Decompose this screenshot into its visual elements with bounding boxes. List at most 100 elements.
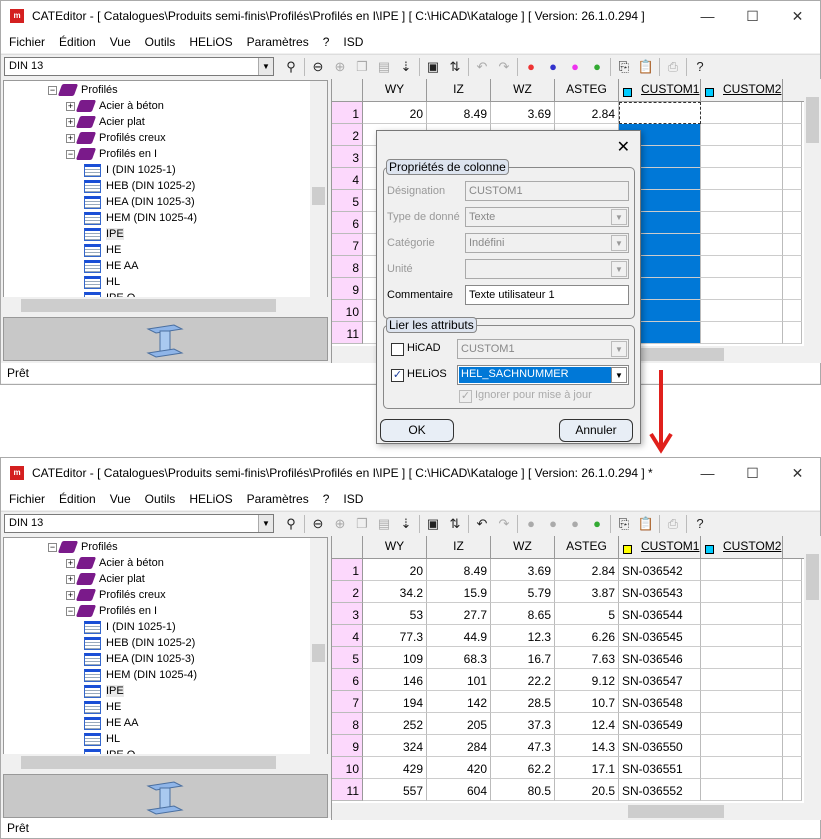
column-header[interactable]: CUSTOM1 [619,536,701,559]
grid-cell[interactable] [701,735,783,757]
grid-cell[interactable]: 8.49 [427,559,491,581]
column-header[interactable]: ASTEG [555,79,619,102]
document-icon[interactable]: ▤ [373,514,395,534]
grid-cell[interactable]: 5 [555,603,619,625]
scrollbar-thumb[interactable] [21,299,276,312]
tree-item[interactable]: HEA (DIN 1025-3) [84,651,195,667]
scrollbar-thumb[interactable] [312,644,325,662]
grid-cell[interactable] [783,713,802,735]
menu-4[interactable]: HELiOS [189,35,232,49]
menu-5[interactable]: Paramètres [247,35,309,49]
column-header[interactable]: WZ [491,79,555,102]
menu-2[interactable]: Vue [110,35,131,49]
hicad-checkbox[interactable] [391,343,404,356]
grid-cell[interactable]: 62.2 [491,757,555,779]
row-header[interactable]: 3 [332,603,363,625]
row-header[interactable]: 5 [332,647,363,669]
row-header[interactable]: 11 [332,322,363,344]
paste-icon[interactable]: 📋 [635,514,657,534]
expand-icon[interactable]: + [66,117,75,127]
grid-cell[interactable]: 252 [363,713,427,735]
grid-cell[interactable] [783,234,802,256]
menu-5[interactable]: Paramètres [247,492,309,506]
scrollbar-thumb[interactable] [21,756,276,769]
tree-item[interactable]: HEB (DIN 1025-2) [84,178,195,194]
scrollbar-thumb[interactable] [312,187,325,205]
grid-cell[interactable]: 77.3 [363,625,427,647]
tree-item[interactable]: + Profilés creux [66,130,166,146]
add-column-icon[interactable]: ● [542,514,564,534]
save-icon[interactable]: ▣ [422,57,444,77]
grid-cell[interactable] [701,647,783,669]
grid-cell[interactable] [783,625,802,647]
grid-cell[interactable]: SN-036543 [619,581,701,603]
redo-icon[interactable]: ↷ [493,514,515,534]
grid-cell[interactable] [783,190,802,212]
tree-item[interactable]: − Profilés [48,539,118,555]
grid-cell[interactable] [701,625,783,647]
expand-icon[interactable]: + [66,590,75,600]
grid-cell[interactable]: 12.4 [555,713,619,735]
row-header[interactable]: 10 [332,300,363,322]
grid-cell[interactable] [783,256,802,278]
menu-7[interactable]: ISD [343,492,363,506]
column-header[interactable]: CU [783,536,821,559]
grid-cell[interactable]: 2.84 [555,102,619,124]
grid-cell[interactable]: 6.26 [555,625,619,647]
tree-item[interactable]: − Profilés en I [66,603,157,619]
grid-cell[interactable] [783,735,802,757]
document-icon[interactable]: ▤ [373,57,395,77]
column-header[interactable]: ASTEG [555,536,619,559]
grid-horizontal-scrollbar[interactable] [332,803,821,820]
tree-item[interactable]: + Profilés creux [66,587,166,603]
grid-cell[interactable]: 324 [363,735,427,757]
tree-item[interactable]: IPE [84,683,124,699]
expand-icon[interactable]: + [66,101,75,111]
binoculars-icon[interactable]: ⚲ [280,514,302,534]
grid-cell[interactable]: 27.7 [427,603,491,625]
grid-cell[interactable] [783,669,802,691]
insert-icon[interactable]: ⇣ [395,514,417,534]
undo-icon[interactable]: ↶ [471,57,493,77]
catalog-select[interactable]: DIN 13 ▼ [4,514,274,533]
menu-6[interactable]: ? [323,35,330,49]
grid-cell[interactable]: SN-036542 [619,559,701,581]
minimize-button[interactable]: — [685,1,730,31]
grid-cell[interactable]: 3.69 [491,559,555,581]
column-header[interactable]: WZ [491,536,555,559]
grid-cell[interactable]: SN-036551 [619,757,701,779]
tree-item[interactable]: + Acier plat [66,571,145,587]
grid-cell[interactable] [783,647,802,669]
grid-cell[interactable]: 34.2 [363,581,427,603]
grid-cell[interactable]: 205 [427,713,491,735]
grid-cell[interactable]: 284 [427,735,491,757]
data-grid[interactable]: WY IZ WZ ASTEG CUSTOM1 CUSTOM2CU 1208.493.692.… [331,536,821,820]
tree-horizontal-scrollbar[interactable] [3,297,328,314]
tree-item[interactable]: I (DIN 1025-1) [84,619,176,635]
binoculars-icon[interactable]: ⚲ [280,57,302,77]
row-header[interactable]: 6 [332,669,363,691]
tree-item[interactable]: HL [84,274,120,290]
add-attribute-icon[interactable]: ● [564,57,586,77]
cancel-button[interactable]: Annuler [559,419,633,442]
grid-cell[interactable]: 37.3 [491,713,555,735]
ok-button[interactable]: OK [380,419,454,442]
collapse-icon[interactable]: − [66,606,75,616]
grid-cell[interactable]: 3.69 [491,102,555,124]
column-header[interactable]: WY [363,79,427,102]
tree-item[interactable]: HEA (DIN 1025-3) [84,194,195,210]
close-icon[interactable]: ✕ [617,137,630,157]
grid-cell[interactable]: 420 [427,757,491,779]
menu-1[interactable]: Édition [59,35,96,49]
tree-item[interactable]: HE AA [84,258,138,274]
copy-record-icon[interactable]: ❐ [351,57,373,77]
tree-item[interactable]: + Acier plat [66,114,145,130]
back-icon[interactable]: ⊖ [307,57,329,77]
forward-icon[interactable]: ⊕ [329,514,351,534]
grid-cell[interactable]: 53 [363,603,427,625]
row-header[interactable]: 3 [332,146,363,168]
grid-cell[interactable] [783,168,802,190]
minimize-button[interactable]: — [685,458,730,488]
menu-2[interactable]: Vue [110,492,131,506]
tree-item[interactable]: HE AA [84,715,138,731]
